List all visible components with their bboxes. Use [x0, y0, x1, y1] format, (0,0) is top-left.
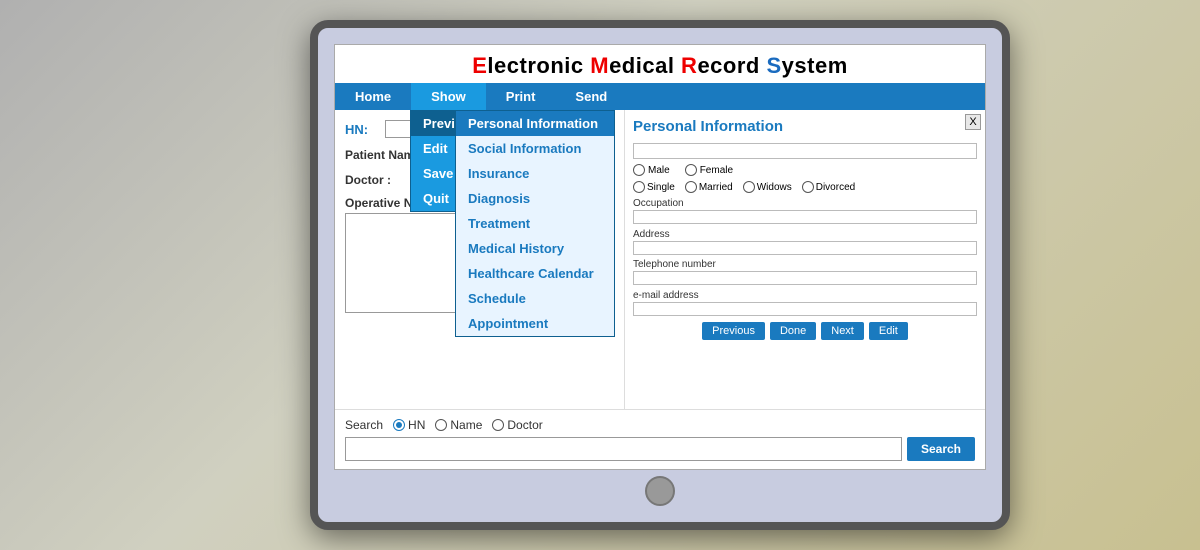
title-s: S	[766, 53, 781, 78]
submenu-diagnosis[interactable]: Diagnosis	[456, 186, 614, 211]
title-edical: edical	[609, 53, 681, 78]
close-button[interactable]: X	[965, 114, 981, 130]
right-panel: X Personal Information Male Female	[625, 110, 985, 409]
submenu-insurance[interactable]: Insurance	[456, 161, 614, 186]
app-window: Electronic Medical Record System Home Sh…	[334, 44, 986, 470]
gender-row: Male Female	[633, 164, 977, 176]
search-hn-option[interactable]: HN	[393, 418, 425, 432]
panel-title: Personal Information	[633, 118, 977, 135]
search-doctor-option[interactable]: Doctor	[492, 418, 542, 432]
search-button[interactable]: Search	[907, 437, 975, 461]
title-r: R	[681, 53, 697, 78]
doctor-radio[interactable]	[492, 419, 504, 431]
male-radio[interactable]	[633, 164, 645, 176]
title-lectronic: lectronic	[487, 53, 590, 78]
single-radio[interactable]	[633, 181, 645, 193]
menu-home[interactable]: Home	[335, 83, 411, 110]
name-option-label: Name	[450, 418, 482, 432]
submenu-appointment[interactable]: Appointment	[456, 311, 614, 336]
menu-show[interactable]: Show	[411, 83, 486, 110]
search-input-row: Search	[345, 437, 975, 461]
marital-single[interactable]: Single	[633, 181, 675, 193]
occupation-field: Occupation	[633, 198, 977, 225]
telephone-field: Telephone number	[633, 259, 977, 286]
hn-option-label: HN	[408, 418, 425, 432]
submenu-personal[interactable]: Personal Information	[456, 111, 614, 136]
tablet-frame: Electronic Medical Record System Home Sh…	[310, 20, 1010, 530]
menu-print[interactable]: Print	[486, 83, 556, 110]
submenu-schedule[interactable]: Schedule	[456, 286, 614, 311]
female-radio[interactable]	[685, 164, 697, 176]
widows-label: Widows	[757, 182, 792, 193]
marital-widows[interactable]: Widows	[743, 181, 792, 193]
submenu-social[interactable]: Social Information	[456, 136, 614, 161]
divorced-radio[interactable]	[802, 181, 814, 193]
app-title: Electronic Medical Record System	[335, 45, 985, 83]
occupation-input[interactable]	[633, 210, 977, 224]
marital-divorced[interactable]: Divorced	[802, 181, 855, 193]
title-m: M	[590, 53, 609, 78]
telephone-label: Telephone number	[633, 259, 977, 270]
gender-female[interactable]: Female	[685, 164, 733, 176]
marital-married[interactable]: Married	[685, 181, 733, 193]
address-field: Address	[633, 229, 977, 256]
previous-button[interactable]: Previous	[702, 322, 765, 340]
show-submenu: Personal Information Social Information …	[455, 110, 615, 337]
dropdown-container: Preview Edit Save Quit Personal Informat…	[335, 110, 530, 212]
title-ystem: ystem	[782, 53, 848, 78]
email-input[interactable]	[633, 302, 977, 316]
female-label: Female	[700, 165, 733, 176]
hn-radio-dot	[396, 422, 402, 428]
address-label: Address	[633, 229, 977, 240]
address-input[interactable]	[633, 241, 977, 255]
telephone-input[interactable]	[633, 271, 977, 285]
next-button[interactable]: Next	[821, 322, 864, 340]
marital-row: Single Married Widows Divorced	[633, 181, 977, 193]
tablet-home-button[interactable]	[645, 476, 675, 506]
menubar: Home Show Print Send	[335, 83, 985, 110]
edit-button[interactable]: Edit	[869, 322, 908, 340]
main-area: HN: Patient Name Doctor : Operative Note…	[335, 110, 985, 409]
gender-male[interactable]: Male	[633, 164, 670, 176]
submenu-treatment[interactable]: Treatment	[456, 211, 614, 236]
menu-send[interactable]: Send	[555, 83, 627, 110]
email-label: e-mail address	[633, 290, 977, 301]
search-area: Search HN Name Doctor Search	[335, 409, 985, 469]
search-name-option[interactable]: Name	[435, 418, 482, 432]
submenu-healthcare[interactable]: Healthcare Calendar	[456, 261, 614, 286]
action-buttons: Previous Done Next Edit	[633, 322, 977, 340]
occupation-label: Occupation	[633, 198, 977, 209]
search-label: Search	[345, 418, 383, 432]
doctor-option-label: Doctor	[507, 418, 542, 432]
male-label: Male	[648, 165, 670, 176]
hn-radio[interactable]	[393, 419, 405, 431]
widows-radio[interactable]	[743, 181, 755, 193]
married-label: Married	[699, 182, 733, 193]
done-button[interactable]: Done	[770, 322, 816, 340]
title-e: E	[472, 53, 487, 78]
search-radio-row: Search HN Name Doctor	[345, 418, 975, 432]
search-input[interactable]	[345, 437, 902, 461]
name-radio[interactable]	[435, 419, 447, 431]
married-radio[interactable]	[685, 181, 697, 193]
title-ecord: ecord	[697, 53, 766, 78]
divorced-label: Divorced	[816, 182, 855, 193]
single-label: Single	[647, 182, 675, 193]
email-field: e-mail address	[633, 290, 977, 317]
submenu-medical-history[interactable]: Medical History	[456, 236, 614, 261]
name-input[interactable]	[633, 143, 977, 159]
